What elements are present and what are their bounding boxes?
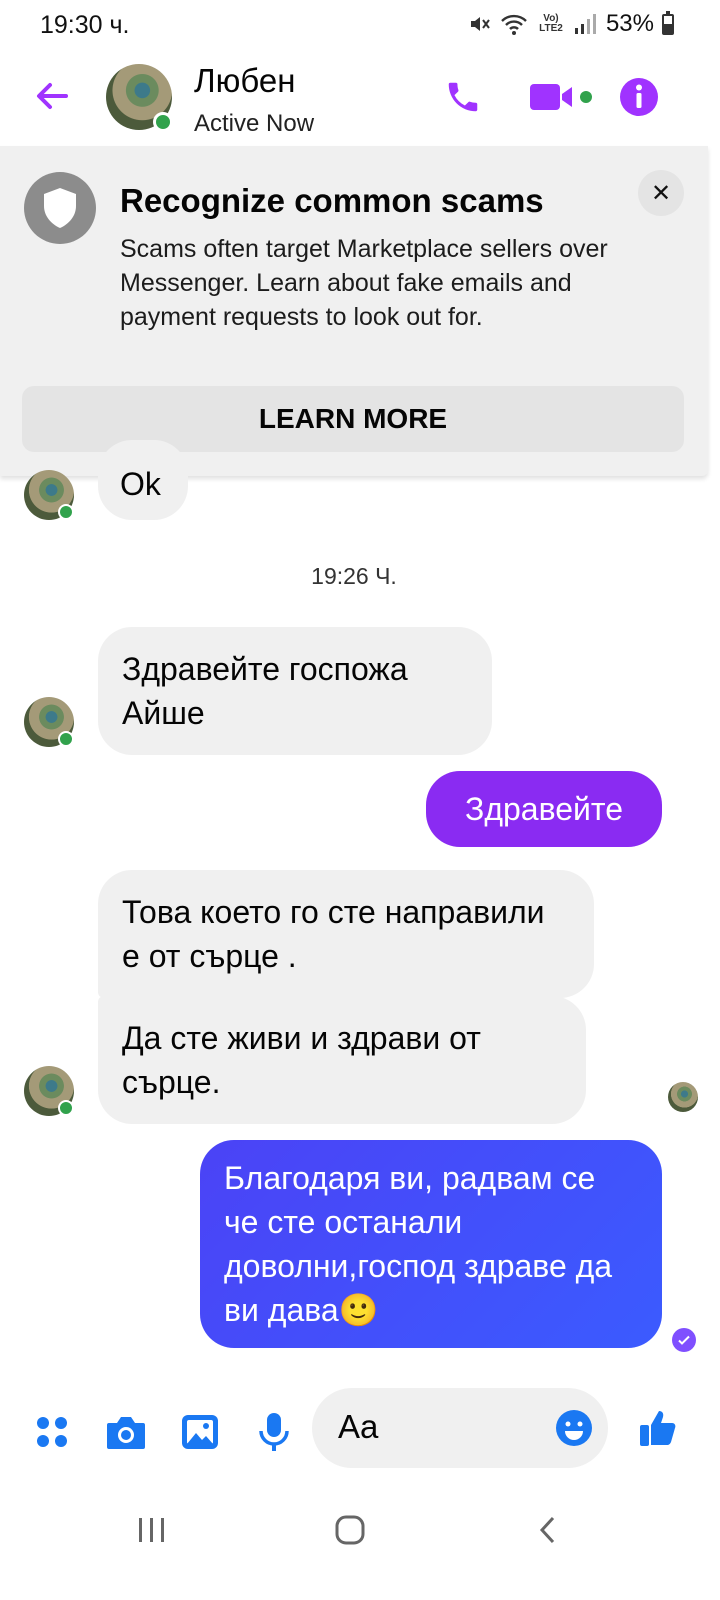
battery-percent: 53% <box>605 10 654 37</box>
read-receipt-avatar <box>668 1082 698 1112</box>
message-bubble-outgoing[interactable]: Здравейте <box>426 771 662 847</box>
message-bubble-incoming[interactable]: Ok <box>98 440 188 520</box>
online-indicator <box>153 112 173 132</box>
thumbs-up-icon <box>640 1411 676 1446</box>
wifi-icon <box>501 14 527 35</box>
online-indicator <box>58 1100 74 1116</box>
status-time: 19:30 ч. <box>40 11 130 39</box>
camera-icon <box>107 1417 145 1449</box>
contact-status: Active Now <box>194 110 315 137</box>
shield-icon <box>44 188 76 228</box>
info-button[interactable] <box>616 74 662 120</box>
smiley-icon[interactable] <box>554 1408 594 1448</box>
battery-icon <box>662 10 674 35</box>
recent-apps-icon <box>139 1518 164 1542</box>
image-icon <box>182 1415 218 1449</box>
chevron-left-icon <box>539 1516 555 1544</box>
message-bubble-incoming[interactable]: Да сте живи и здрави от сърце. <box>98 996 586 1124</box>
gallery-button[interactable] <box>178 1410 222 1454</box>
mute-icon <box>470 17 490 31</box>
scam-warning-banner: Recognize common scams Scams often targe… <box>0 146 708 476</box>
system-nav-bar <box>0 1480 720 1600</box>
message-input[interactable]: Aa <box>312 1388 608 1468</box>
message-bubble-outgoing[interactable]: Благодаря ви, радвам се че сте останали … <box>200 1140 662 1348</box>
video-call-button[interactable] <box>528 74 592 120</box>
signal-icon <box>574 14 596 34</box>
message-input-placeholder: Aa <box>338 1408 379 1445</box>
status-bar: 19:30 ч. Vo) LTE2 53% <box>0 0 720 52</box>
online-indicator <box>58 504 74 520</box>
camera-button[interactable] <box>104 1410 148 1454</box>
like-button[interactable] <box>636 1406 680 1450</box>
delivered-check-icon <box>672 1328 696 1352</box>
grid-dots-icon <box>37 1417 67 1447</box>
info-icon <box>620 78 658 116</box>
message-bubble-incoming[interactable]: Здравейте госпожа Айше <box>98 627 492 755</box>
contact-name[interactable]: Любен <box>194 62 296 100</box>
phone-icon <box>448 82 478 112</box>
back-button[interactable] <box>518 1506 578 1554</box>
video-camera-icon <box>530 84 592 110</box>
message-timestamp: 19:26 Ч. <box>311 563 397 589</box>
message-bubble-incoming[interactable]: Това което го сте направили е от сърце . <box>98 870 594 998</box>
lte-icon: Vo) LTE2 <box>539 13 563 34</box>
chat-header: Любен Active Now <box>0 52 720 152</box>
microphone-icon <box>259 1413 289 1451</box>
call-button[interactable] <box>440 74 486 120</box>
recent-apps-button[interactable] <box>122 1506 182 1554</box>
status-icons: Vo) LTE2 53% <box>468 10 674 38</box>
home-icon <box>335 1515 365 1545</box>
message-composer: Aa <box>0 1380 720 1480</box>
shield-badge <box>24 172 96 244</box>
voice-button[interactable] <box>252 1410 296 1454</box>
online-indicator <box>58 731 74 747</box>
close-icon[interactable]: ✕ <box>638 170 684 216</box>
home-button[interactable] <box>320 1506 380 1554</box>
arrow-left-icon[interactable] <box>30 74 74 118</box>
menu-button[interactable] <box>30 1410 74 1454</box>
banner-title: Recognize common scams <box>120 182 544 219</box>
banner-text: Scams often target Marketplace sellers o… <box>120 235 608 331</box>
